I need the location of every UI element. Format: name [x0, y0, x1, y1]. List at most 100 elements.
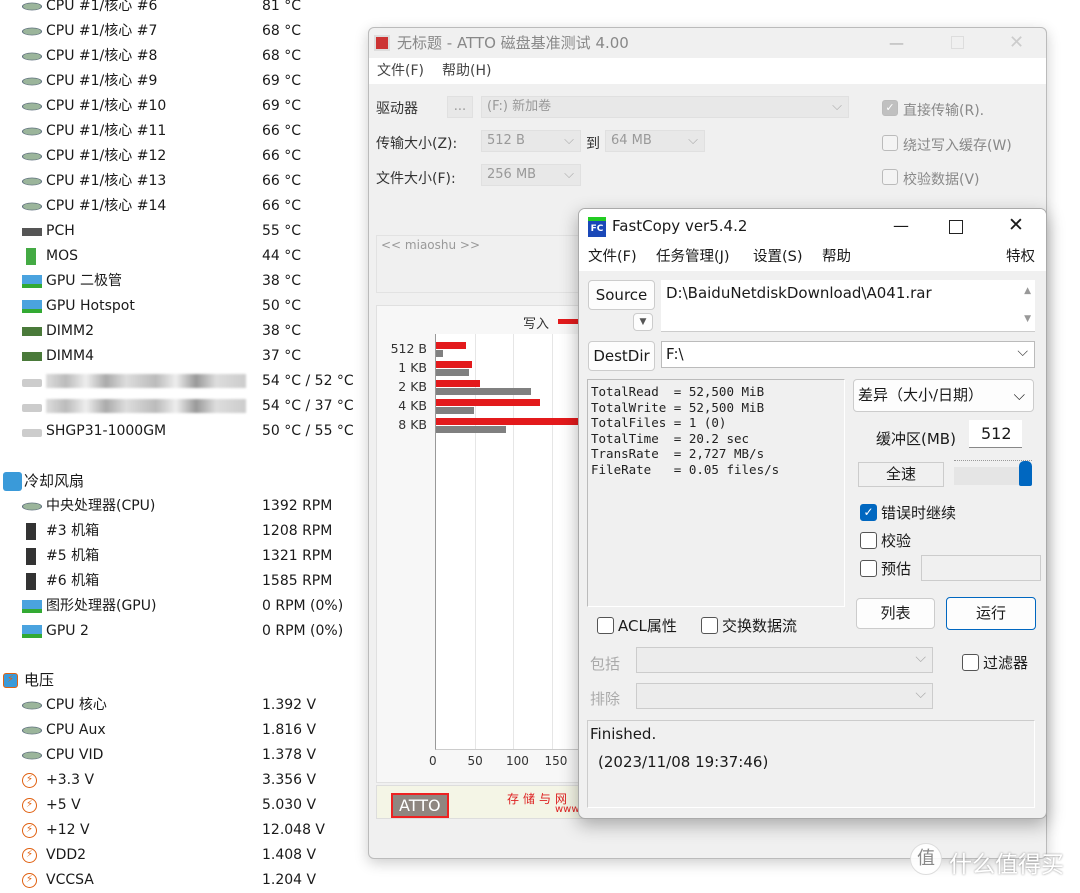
gpu-icon [22, 275, 42, 288]
sensor-row[interactable]: ⚡ +3.3 V 3.356 V [0, 768, 360, 793]
sensor-row[interactable]: PCH 55 °C [0, 219, 360, 244]
sensor-row[interactable]: GPU 2 0 RPM (0%) [0, 619, 360, 644]
estimate-label: 预估 [881, 560, 912, 578]
direct-io-checkbox[interactable]: ✓ [882, 100, 898, 116]
source-input[interactable]: D:\BaiduNetdiskDownload\A041.rar ▲ ▼ [661, 280, 1035, 332]
estimate-checkbox[interactable] [860, 560, 877, 577]
verify-data-checkbox[interactable] [882, 169, 898, 185]
chevron-down-icon: ⌵ [915, 650, 926, 666]
case-icon [26, 523, 36, 540]
sensor-row[interactable]: CPU #1/核心 #8 68 °C [0, 44, 360, 69]
menu-settings[interactable]: 设置(S) [753, 245, 803, 269]
sensor-row[interactable]: ⚡ +5 V 5.030 V [0, 793, 360, 818]
fastcopy-window: FC FastCopy ver5.4.2 — ✕ 文件(F) 任务管理(J) 设… [578, 208, 1047, 819]
bypass-cache-checkbox[interactable] [882, 135, 898, 151]
close-icon[interactable]: ✕ [1009, 28, 1024, 58]
memory-icon [22, 352, 42, 361]
sensor-value: 69 °C [262, 98, 302, 114]
drive-label: 驱动器 [376, 101, 418, 117]
speed-label-box: 全速 [858, 462, 944, 487]
fastcopy-title-bar: FC FastCopy ver5.4.2 — ✕ [579, 209, 1046, 245]
sensor-row[interactable]: GPU 二极管 38 °C [0, 269, 360, 294]
chipset-icon [22, 228, 42, 236]
filter-checkbox[interactable] [962, 654, 979, 671]
close-icon[interactable]: ✕ [1008, 214, 1024, 236]
sensor-row[interactable]: ⚡ VCCSA 1.204 V [0, 868, 360, 893]
sensor-row[interactable]: CPU #1/核心 #14 66 °C [0, 194, 360, 219]
direct-io-label: 直接传输(R). [903, 103, 985, 119]
minimize-icon[interactable]: — [893, 216, 909, 235]
sensor-row[interactable]: CPU Aux 1.816 V [0, 718, 360, 743]
speed-label: 全速 [885, 465, 916, 483]
exclude-select[interactable]: ⌵ [636, 683, 933, 709]
fan-icon [3, 472, 22, 491]
sensor-row[interactable]: CPU #1/核心 #9 69 °C [0, 69, 360, 94]
copy-mode-select[interactable]: 差异（大小/日期） ⌵ [853, 379, 1034, 412]
sensor-row[interactable]: SHGP31-1000GM 50 °C / 55 °C [0, 419, 360, 444]
menu-help[interactable]: 帮助(H) [442, 63, 491, 79]
maximize-icon[interactable] [949, 220, 963, 234]
dest-input[interactable]: F:\ ⌵ [661, 341, 1035, 368]
sensor-row[interactable]: #5 机箱 1321 RPM [0, 544, 360, 569]
acl-checkbox[interactable] [597, 617, 614, 634]
sensor-row[interactable]: ⚡ VDD2 1.408 V [0, 843, 360, 868]
chevron-down-icon[interactable]: ⌵ [1017, 344, 1028, 360]
gpu-icon [22, 625, 42, 638]
sensor-row[interactable]: MOS 44 °C [0, 244, 360, 269]
include-select[interactable]: ⌵ [636, 647, 933, 673]
sensor-row[interactable]: #3 机箱 1208 RPM [0, 519, 360, 544]
scroll-down-icon[interactable]: ▼ [1024, 314, 1031, 324]
speed-slider-thumb[interactable] [1019, 461, 1032, 486]
menu-file[interactable]: 文件(F) [588, 245, 637, 269]
sensor-row[interactable]: 中央处理器(CPU) 1392 RPM [0, 494, 360, 519]
menu-help[interactable]: 帮助 [822, 245, 851, 269]
sensor-value: 1.408 V [262, 847, 317, 863]
sensor-row[interactable]: ⚡ +12 V 12.048 V [0, 818, 360, 843]
transfer-to-select[interactable]: 64 MB ⌵ [605, 130, 705, 152]
minimize-icon[interactable]: — [889, 28, 904, 58]
section-header[interactable]: 冷却风扇 [0, 469, 360, 494]
transfer-from-select[interactable]: 512 B ⌵ [481, 130, 581, 152]
sensor-row[interactable]: CPU #1/核心 #11 66 °C [0, 119, 360, 144]
menu-privilege[interactable]: 特权 [1006, 245, 1035, 269]
sensor-row[interactable]: GPU Hotspot 50 °C [0, 294, 360, 319]
source-history-dropdown[interactable]: ▼ [633, 313, 653, 331]
menu-jobs[interactable]: 任务管理(J) [656, 245, 730, 269]
sensor-row[interactable]: 54 °C / 52 °C [0, 369, 360, 394]
menu-file[interactable]: 文件(F) [377, 63, 424, 79]
write-bar [436, 342, 467, 349]
buffer-input[interactable]: 512 [969, 420, 1022, 448]
bypass-cache-label: 绕过写入缓存(W) [903, 138, 1012, 154]
sensor-row[interactable]: CPU 核心 1.392 V [0, 693, 360, 718]
scroll-up-icon[interactable]: ▲ [1024, 286, 1031, 296]
sensor-row[interactable]: 图形处理器(GPU) 0 RPM (0%) [0, 594, 360, 619]
streams-checkbox[interactable] [701, 617, 718, 634]
sensor-row[interactable]: DIMM4 37 °C [0, 344, 360, 369]
sensor-row[interactable]: CPU #1/核心 #10 69 °C [0, 94, 360, 119]
run-button[interactable]: 运行 [946, 597, 1036, 630]
source-button[interactable]: Source [588, 280, 655, 310]
sensor-value: 0 RPM (0%) [262, 623, 344, 639]
chevron-down-icon: ⌵ [915, 686, 926, 702]
sensor-row[interactable]: CPU VID 1.378 V [0, 743, 360, 768]
speed-slider[interactable] [954, 460, 1032, 486]
sensor-row[interactable]: CPU #1/核心 #12 66 °C [0, 144, 360, 169]
continue-on-error-checkbox[interactable]: ✓ [860, 504, 877, 521]
sensor-row[interactable]: 54 °C / 37 °C [0, 394, 360, 419]
sensor-row[interactable]: DIMM2 38 °C [0, 319, 360, 344]
sensor-value: 66 °C [262, 123, 302, 139]
sensor-name: #3 机箱 [46, 523, 100, 539]
maximize-icon[interactable] [951, 36, 964, 49]
file-size-select[interactable]: 256 MB ⌵ [481, 164, 581, 186]
sensor-row[interactable]: CPU #1/核心 #7 68 °C [0, 19, 360, 44]
drive-browse-button[interactable]: ... [447, 96, 473, 118]
sensor-row[interactable]: CPU #1/核心 #6 81 °C [0, 0, 360, 19]
section-header[interactable]: ⚡ 电压 [0, 668, 360, 693]
sensor-row[interactable]: #6 机箱 1585 RPM [0, 569, 360, 594]
drive-select[interactable]: (F:) 新加卷 ⌵ [481, 96, 849, 118]
destdir-button[interactable]: DestDir [588, 341, 655, 371]
sensor-row[interactable]: CPU #1/核心 #13 66 °C [0, 169, 360, 194]
description-box[interactable]: << miaoshu >> [376, 235, 581, 293]
verify-checkbox[interactable] [860, 532, 877, 549]
list-button[interactable]: 列表 [856, 598, 935, 629]
